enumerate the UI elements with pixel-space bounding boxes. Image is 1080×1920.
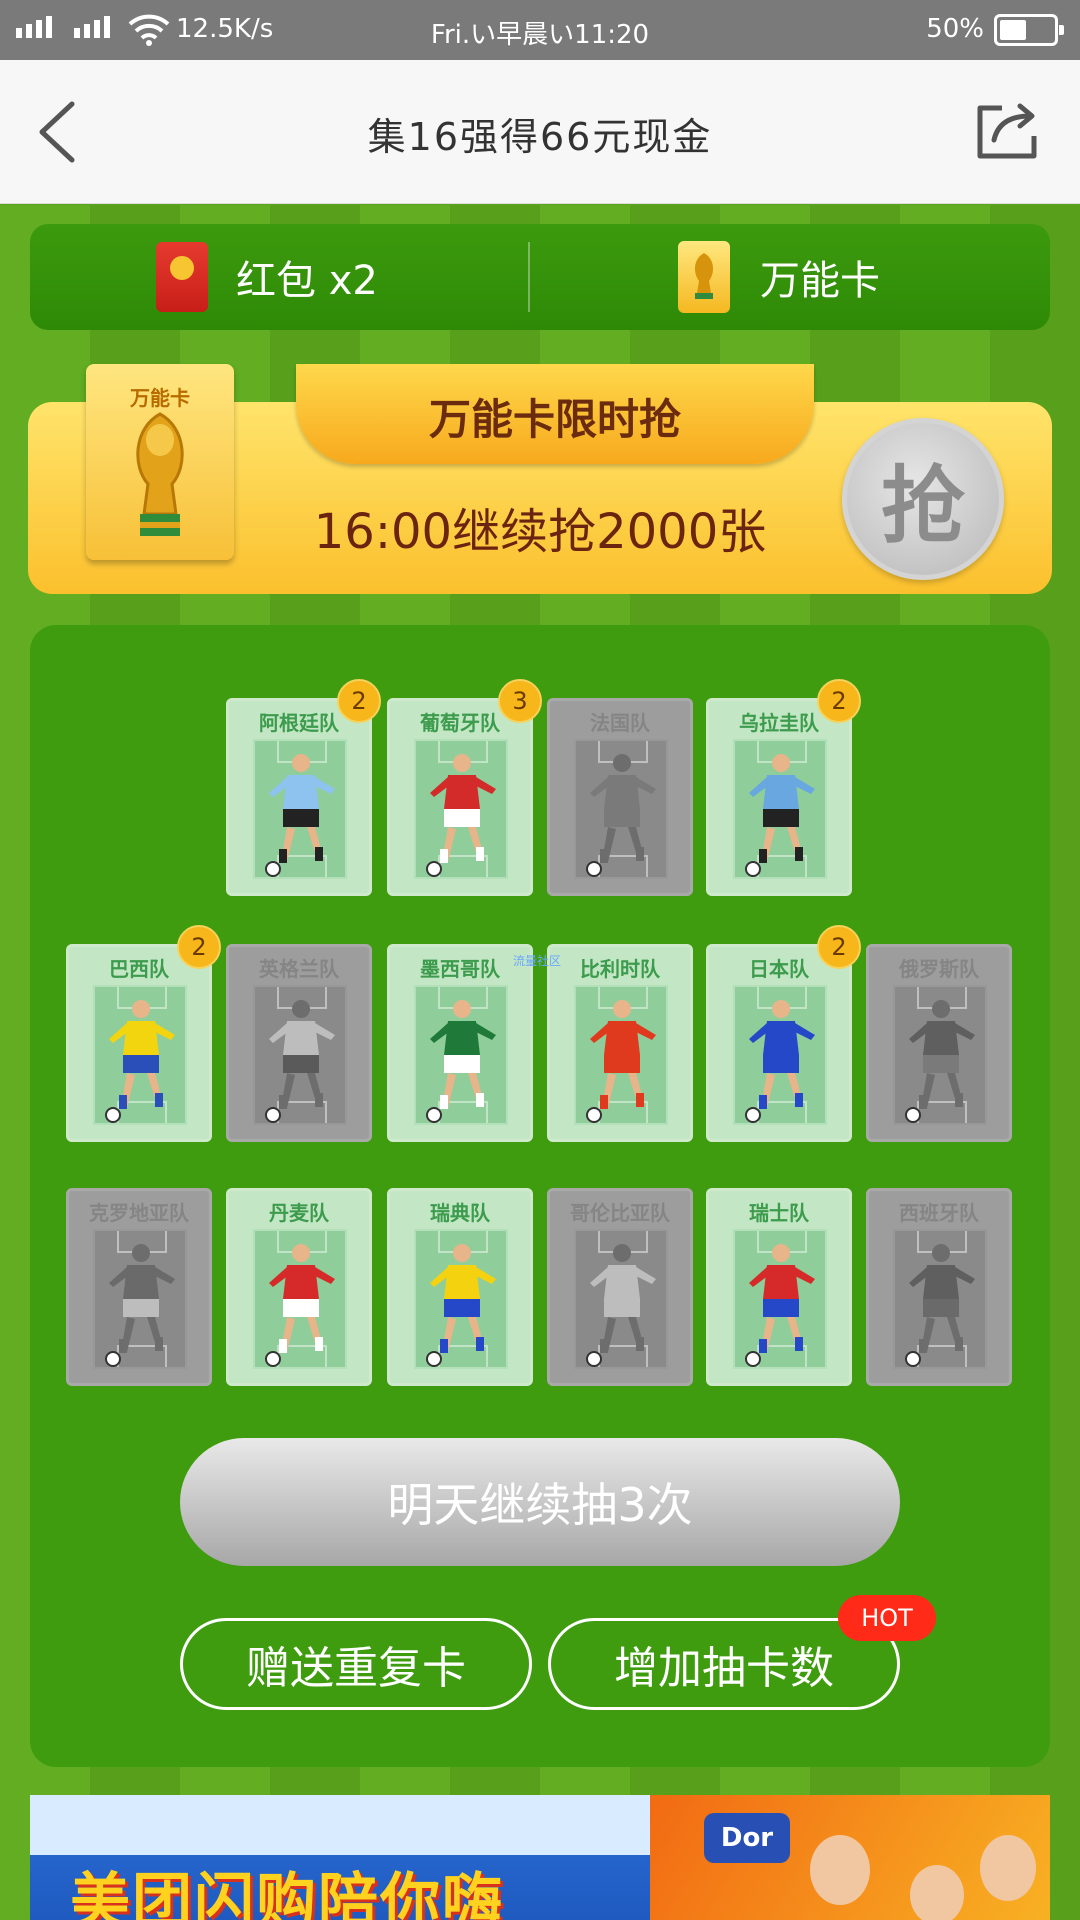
team-card[interactable]: 瑞士队 bbox=[706, 1188, 852, 1386]
team-card[interactable]: 法国队 bbox=[547, 698, 693, 896]
draw-card-button[interactable]: 明天继续抽3次 bbox=[180, 1438, 900, 1566]
player-figure bbox=[745, 1000, 815, 1123]
card-count-badge: 2 bbox=[817, 679, 861, 723]
team-card[interactable]: 日本队 2 bbox=[706, 925, 861, 1142]
team-card[interactable]: 丹麦队 bbox=[226, 1188, 372, 1386]
wild-card-image: 万能卡 bbox=[86, 364, 234, 560]
team-card[interactable]: 巴西队 2 bbox=[66, 925, 221, 1142]
card-count-badge: 2 bbox=[337, 679, 381, 723]
red-packet-icon bbox=[156, 242, 208, 312]
ad-banner[interactable]: Dor 美团闪购陪你嗨 bbox=[30, 1795, 1050, 1920]
team-card[interactable]: 哥伦比亚队 bbox=[547, 1188, 693, 1386]
flash-sale-ribbon: 万能卡限时抢 bbox=[296, 364, 814, 464]
player-figure bbox=[426, 754, 496, 877]
team-card[interactable]: 克罗地亚队 bbox=[66, 1188, 212, 1386]
team-card-name: 瑞典队 bbox=[430, 1201, 490, 1225]
nav-bar: 集16强得66元现金 bbox=[0, 60, 1080, 204]
hot-badge: HOT bbox=[838, 1595, 936, 1641]
share-icon[interactable] bbox=[974, 100, 1040, 162]
team-card[interactable]: 乌拉圭队 2 bbox=[706, 679, 861, 896]
battery-percent: 50% bbox=[926, 14, 984, 44]
trophy-card-icon bbox=[678, 241, 730, 313]
ad-text: 美团闪购陪你嗨 bbox=[70, 1867, 504, 1920]
team-card-name: 英格兰队 bbox=[259, 957, 339, 981]
player-figure bbox=[586, 754, 656, 877]
player-figure bbox=[426, 1000, 496, 1123]
team-card-name: 丹麦队 bbox=[269, 1201, 329, 1225]
red-packet-entry[interactable]: 红包 x2 bbox=[30, 224, 528, 330]
team-card-name: 墨西哥队 bbox=[420, 957, 500, 981]
player-figure bbox=[586, 1244, 656, 1367]
team-card[interactable]: 西班牙队 bbox=[866, 1188, 1012, 1386]
wild-card-entry[interactable]: 万能卡 bbox=[530, 224, 1050, 330]
page-title: 集16强得66元现金 bbox=[367, 115, 713, 159]
ad-logo: Dor bbox=[704, 1813, 790, 1863]
wild-card-caption: 万能卡 bbox=[130, 386, 190, 410]
team-card-name: 瑞士队 bbox=[749, 1201, 809, 1225]
card-count-badge: 2 bbox=[817, 925, 861, 969]
player-figure bbox=[265, 1000, 335, 1123]
team-card[interactable]: 葡萄牙队 3 bbox=[387, 679, 542, 896]
player-figure bbox=[905, 1244, 975, 1367]
wild-card-label: 万能卡 bbox=[760, 258, 880, 304]
team-card[interactable]: 墨西哥队 bbox=[387, 944, 533, 1142]
card-count-badge: 2 bbox=[177, 925, 221, 969]
grab-button[interactable]: 抢 bbox=[842, 418, 1004, 580]
team-card[interactable]: 比利时队 bbox=[547, 944, 693, 1142]
watermark-text: 流量社区 bbox=[513, 954, 562, 968]
player-figure bbox=[426, 1244, 496, 1367]
player-figure bbox=[586, 1000, 656, 1123]
flash-sale-title: 万能卡限时抢 bbox=[428, 395, 681, 444]
team-card[interactable]: 俄罗斯队 bbox=[866, 944, 1012, 1142]
inventory-bar: 红包 x2 万能卡 bbox=[30, 224, 1050, 330]
red-packet-label: 红包 x2 bbox=[236, 258, 378, 304]
team-card[interactable]: 瑞典队 bbox=[387, 1188, 533, 1386]
trophy-icon bbox=[136, 412, 184, 536]
status-bar: 12.5K/s Fri.い早晨い11:20 50% bbox=[0, 0, 1080, 60]
team-card[interactable]: 阿根廷队 2 bbox=[226, 679, 381, 896]
player-figure bbox=[905, 1000, 975, 1123]
team-card-name: 克罗地亚队 bbox=[89, 1201, 189, 1225]
flash-sale-subtitle: 16:00继续抢2000张 bbox=[313, 504, 767, 560]
team-card-name: 哥伦比亚队 bbox=[570, 1201, 670, 1225]
player-figure bbox=[745, 754, 815, 877]
team-card-name: 比利时队 bbox=[580, 957, 660, 981]
team-card-name: 西班牙队 bbox=[899, 1201, 979, 1225]
player-figure bbox=[265, 754, 335, 877]
player-figure bbox=[105, 1000, 175, 1123]
team-card-name: 法国队 bbox=[590, 711, 650, 735]
team-card[interactable]: 英格兰队 bbox=[226, 944, 372, 1142]
player-figure bbox=[265, 1244, 335, 1367]
gift-duplicate-card-button[interactable]: 赠送重复卡 bbox=[180, 1618, 532, 1710]
player-figure bbox=[105, 1244, 175, 1367]
team-card-name: 俄罗斯队 bbox=[899, 957, 979, 981]
battery-icon bbox=[994, 14, 1064, 46]
card-count-badge: 3 bbox=[498, 679, 542, 723]
clock: Fri.い早晨い11:20 bbox=[430, 20, 650, 50]
player-figure bbox=[745, 1244, 815, 1367]
